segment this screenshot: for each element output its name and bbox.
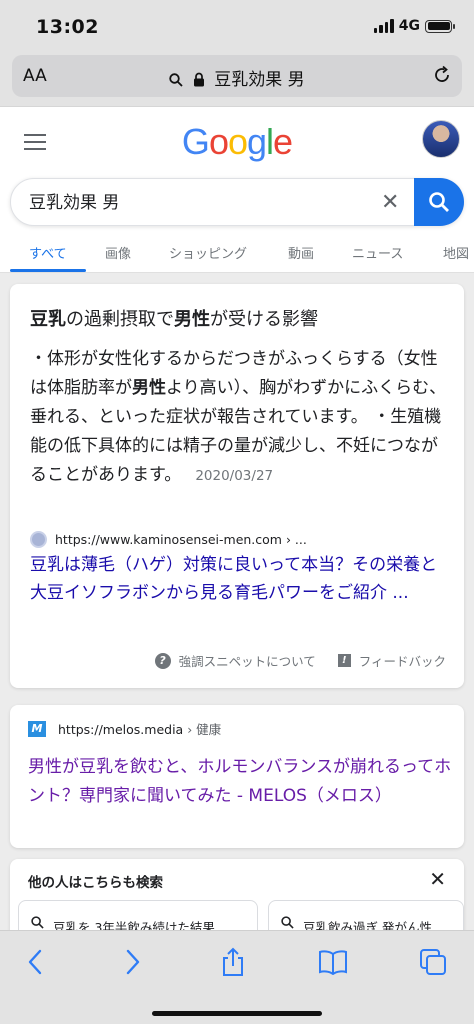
search-icon [281,916,294,929]
clear-icon[interactable]: ✕ [381,190,399,215]
network-type: 4G [398,18,420,34]
google-logo[interactable]: Google [0,121,474,163]
search-input[interactable] [29,190,369,210]
snippet-source[interactable]: https://www.kaminosensei-men.com › ... [30,531,307,548]
tab-videos[interactable]: 動画 [288,243,314,262]
search-icon [429,192,449,212]
signal-icon [373,19,394,33]
related-search-chip[interactable]: 豆乳を 3年半飲み続けた結果 [18,900,258,930]
result-breadcrumb: › 健康 [187,722,222,737]
result-source[interactable]: M https://melos.media › 健康 [28,719,221,738]
share-icon[interactable] [218,947,248,977]
snippet-title: 豆乳の過剰摂取で男性が受ける影響 [30,309,318,330]
snippet-date: 2020/03/27 [195,468,274,484]
feedback-icon: ! [337,654,351,667]
url-text: 豆乳効果 男 [214,70,305,90]
lock-icon [193,72,205,92]
web-page: Google ✕ すべて 画像 ショッピング 動画 ニュース 地図 豆乳の過剰摂… [0,107,474,930]
featured-snippet: 豆乳の過剰摂取で男性が受ける影響 ・体形が女性化するからだつきがふっくらする（女… [10,284,464,688]
result-source-url[interactable]: https://melos.media [58,722,183,737]
address-field[interactable]: 豆乳効果 男 [12,65,462,92]
help-icon: ? [154,652,171,669]
tab-images[interactable]: 画像 [105,243,131,262]
address-bar[interactable]: AA 豆乳効果 男 [12,55,462,97]
search-tabs: すべて 画像 ショッピング 動画 ニュース 地図 [0,239,474,273]
status-time: 13:02 [36,16,99,38]
tab-news[interactable]: ニュース [352,243,403,262]
browser-toolbar [0,930,474,1024]
snippet-result-link[interactable]: 豆乳は薄毛（ハゲ）対策に良いって本当？その栄養と大豆イソフラボンから見る育毛パワ… [30,551,454,607]
search-button[interactable] [414,178,464,226]
tab-all[interactable]: すべて [29,243,67,262]
result-link[interactable]: 男性が豆乳を飲むと、ホルモンバランスが崩れるってホント？専門家に聞いてみた - … [28,753,454,811]
about-snippets-link[interactable]: ? 強調スニペットについて [154,651,316,670]
bookmarks-icon[interactable] [318,947,348,977]
search-icon [31,916,44,929]
active-tab-indicator [10,269,86,272]
status-bar: 13:02 4G [0,0,474,52]
tabs-icon[interactable] [418,947,448,977]
feedback-link[interactable]: ! フィードバック [337,651,446,670]
home-indicator [152,1011,322,1016]
snippet-body: ・体形が女性化するからだつきがふっくらする（女性は体脂肪率が男性より高い）、胸が… [30,349,447,485]
related-search-chip[interactable]: 豆乳飲み過ぎ 発がん性 [268,900,464,930]
close-icon[interactable]: ✕ [429,867,446,891]
status-indicators: 4G [373,18,455,34]
account-avatar[interactable] [422,120,460,158]
reload-icon[interactable] [432,65,452,89]
tab-shopping[interactable]: ショッピング [169,243,247,262]
search-box[interactable]: ✕ [10,178,464,226]
people-also-search: 他の人はこちらも検索 ✕ 豆乳を 3年半飲み続けた結果 豆乳飲み過ぎ 発がん性 [10,859,464,930]
snippet-source-url[interactable]: https://www.kaminosensei-men.com › ... [55,532,307,547]
back-icon[interactable] [20,947,50,977]
snippet-footer: ? 強調スニペットについて ! フィードバック [10,651,446,670]
battery-icon [425,19,455,33]
people-also-search-heading: 他の人はこちらも検索 [28,875,163,891]
browser-top-bar: 13:02 4G AA 豆乳効果 男 [0,0,474,107]
search-result: M https://melos.media › 健康 男性が豆乳を飲むと、ホルモ… [10,705,464,848]
globe-icon [30,531,47,548]
tab-maps[interactable]: 地図 [443,243,469,262]
search-icon [169,72,184,92]
forward-icon[interactable] [118,947,148,977]
google-header: Google ✕ すべて 画像 ショッピング 動画 ニュース 地図 [0,107,474,273]
melos-logo-icon: M [28,720,46,737]
